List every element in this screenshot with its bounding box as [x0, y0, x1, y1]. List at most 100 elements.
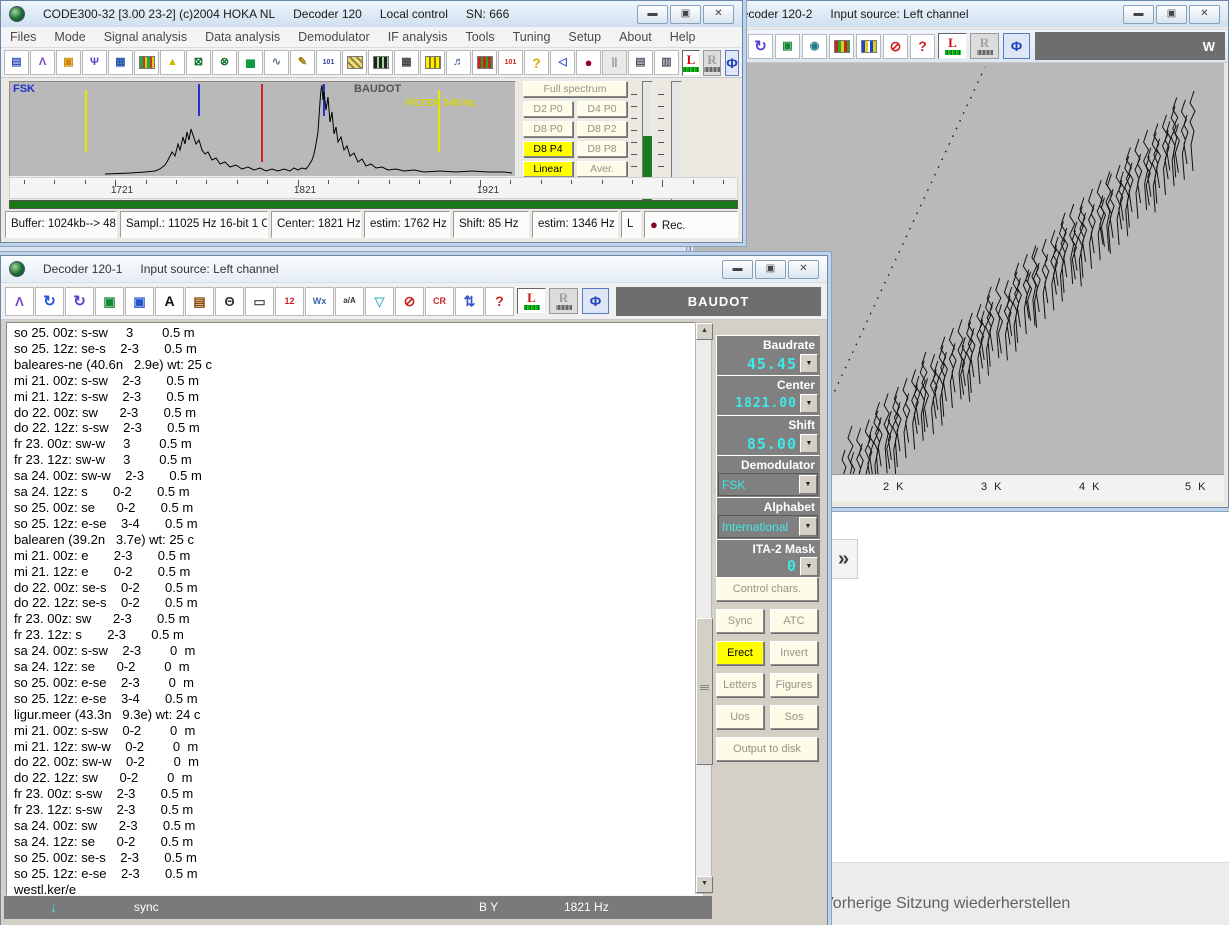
demodulator-select[interactable]: FSK ▼ — [718, 473, 818, 496]
copy-icon[interactable]: ▣ — [56, 50, 81, 75]
pause-icon[interactable]: ‖ — [602, 50, 627, 75]
left-channel-button[interactable]: L — [938, 33, 967, 59]
panel-button-d8-p0[interactable]: D8 P0 — [523, 121, 573, 137]
waterfall-icon[interactable] — [134, 50, 159, 75]
ita2-dropdown-button[interactable]: ▼ — [800, 557, 818, 576]
notebook-icon[interactable]: ▤ — [628, 50, 653, 75]
circle-x-icon[interactable]: ⊗ — [212, 50, 237, 75]
spectrum-yellow-icon[interactable]: ▲ — [160, 50, 185, 75]
panel-button-d8-p2[interactable]: D8 P2 — [577, 121, 627, 137]
decoder-button-output-to-disk[interactable]: Output to disk — [716, 737, 818, 761]
power-toggle-button[interactable]: Φ — [582, 288, 609, 314]
decoder-button-invert[interactable]: Invert — [770, 641, 818, 665]
center-dropdown-button[interactable]: ▼ — [800, 394, 818, 413]
sort-icon[interactable]: ⇅ — [455, 287, 484, 316]
decoder-button-erect[interactable]: Erect — [716, 641, 764, 665]
demodulator-dropdown-button[interactable]: ▼ — [799, 475, 817, 494]
menu-setup[interactable]: Setup — [559, 28, 610, 47]
alphabet-dropdown-button[interactable]: ▼ — [799, 517, 817, 536]
right-channel-button[interactable]: R — [970, 33, 999, 59]
red-bars-icon[interactable] — [472, 50, 497, 75]
hatch-icon[interactable] — [342, 50, 367, 75]
decoder-button-figures[interactable]: Figures — [770, 673, 818, 697]
decoder-button-sync[interactable]: Sync — [716, 609, 764, 633]
left-channel-button[interactable]: L — [517, 288, 546, 314]
notes-icon[interactable]: ▤ — [185, 287, 214, 316]
dark-bars-icon[interactable] — [368, 50, 393, 75]
case-toggle-icon[interactable]: a/A — [335, 287, 364, 316]
close-button[interactable]: ✕ — [703, 5, 734, 24]
restore-session-link[interactable]: Vorherige Sitzung wiederherstellen — [823, 895, 1070, 913]
help-icon[interactable]: ? — [485, 287, 514, 316]
refresh-icon[interactable]: ↻ — [35, 287, 64, 316]
menu-tuning[interactable]: Tuning — [504, 28, 560, 47]
maximize-button[interactable]: ▣ — [755, 260, 786, 279]
printer-icon[interactable]: ▭ — [245, 287, 274, 316]
grid-off-icon[interactable]: ⊘ — [395, 287, 424, 316]
notebook-alt-icon[interactable]: ▥ — [654, 50, 679, 75]
grid-icon[interactable]: ▦ — [108, 50, 133, 75]
menu-if-analysis[interactable]: IF analysis — [379, 28, 457, 47]
spectrum-icon[interactable]: Λ — [30, 50, 55, 75]
help-icon[interactable]: ? — [910, 34, 935, 59]
decoded-text-area[interactable]: so 25. 00z: s-sw 3 0.5 mso 25. 12z: se-s… — [6, 322, 703, 896]
expand-sidebar-button[interactable]: » — [829, 539, 858, 579]
save-ip-icon[interactable]: ▣ — [95, 287, 124, 316]
help-icon[interactable]: ? — [524, 50, 549, 75]
audio-note-icon[interactable]: ♬ — [446, 50, 471, 75]
panel-button-full-spectrum[interactable]: Full spectrum — [523, 81, 627, 97]
decoder-button-sos[interactable]: Sos — [770, 705, 818, 729]
search-icon[interactable]: Θ — [215, 287, 244, 316]
save-ip-icon[interactable]: ▣ — [775, 34, 800, 59]
menu-signal-analysis[interactable]: Signal analysis — [95, 28, 196, 47]
histogram-icon[interactable]: ▅ — [238, 50, 263, 75]
decoder-button-control-chars[interactable]: Control chars. — [716, 577, 818, 601]
panel-button-d8-p4[interactable]: D8 P4 — [523, 141, 573, 157]
cr-icon[interactable]: CR — [425, 287, 454, 316]
right-channel-button[interactable]: R — [703, 50, 721, 76]
panel-button-d4-p0[interactable]: D4 P0 — [577, 101, 627, 117]
right-channel-button[interactable]: R — [549, 288, 578, 314]
blue-bars-icon[interactable] — [856, 34, 881, 59]
scroll-up-button[interactable]: ▲ — [696, 323, 713, 340]
camera-icon[interactable]: ◉ — [802, 34, 827, 59]
rgb-bars-icon[interactable] — [829, 34, 854, 59]
matrix-x-icon[interactable]: ⊠ — [186, 50, 211, 75]
binary-icon[interactable]: 101 — [316, 50, 341, 75]
panel-button-linear[interactable]: Linear — [523, 161, 573, 177]
maximize-button[interactable]: ▣ — [670, 5, 701, 24]
power-toggle-button[interactable]: Φ — [725, 50, 739, 76]
edit-notes-icon[interactable]: ✎ — [290, 50, 315, 75]
close-button[interactable]: ✕ — [1189, 5, 1220, 24]
shift-dropdown-button[interactable]: ▼ — [800, 434, 818, 453]
menu-data-analysis[interactable]: Data analysis — [196, 28, 289, 47]
close-button[interactable]: ✕ — [788, 260, 819, 279]
menu-help[interactable]: Help — [661, 28, 705, 47]
tuning-fork-icon[interactable]: Ψ — [82, 50, 107, 75]
decoder2-titlebar[interactable]: Decoder 120-2 Input source: Left channel… — [691, 1, 1228, 27]
menu-about[interactable]: About — [610, 28, 661, 47]
menu-files[interactable]: Files — [1, 28, 45, 47]
menu-demodulator[interactable]: Demodulator — [289, 28, 379, 47]
if-spectrum-icon[interactable]: ∿ — [264, 50, 289, 75]
scroll-down-button[interactable]: ▼ — [696, 876, 713, 893]
left-channel-button[interactable]: L — [682, 50, 700, 76]
alphabet-select[interactable]: International ▼ — [718, 515, 818, 538]
document-icon[interactable]: ▤ — [4, 50, 29, 75]
spectrum-icon[interactable]: Λ — [5, 287, 34, 316]
refresh-5-icon[interactable]: ↻ — [65, 287, 94, 316]
minimize-button[interactable]: ▬ — [637, 5, 668, 24]
refresh-5-icon[interactable]: ↻ — [748, 34, 773, 59]
panel-button-aver[interactable]: Aver. — [577, 161, 627, 177]
yellow-bars-icon[interactable] — [420, 50, 445, 75]
decoder-button-uos[interactable]: Uos — [716, 705, 764, 729]
squarewave-101-icon[interactable]: 101 — [498, 50, 523, 75]
panel-button-d2-p0[interactable]: D2 P0 — [523, 101, 573, 117]
decoder1-titlebar[interactable]: Decoder 120-1 Input source: Left channel… — [1, 256, 827, 282]
minimize-button[interactable]: ▬ — [722, 260, 753, 279]
speaker-icon[interactable]: ◁ — [550, 50, 575, 75]
decoder-button-atc[interactable]: ATC — [770, 609, 818, 633]
spectrum-display[interactable]: FSK BAUDOT FILTER 240 Hz. — [9, 81, 516, 177]
panel-button-d8-p8[interactable]: D8 P8 — [577, 141, 627, 157]
baudrate-dropdown-button[interactable]: ▼ — [800, 354, 818, 373]
